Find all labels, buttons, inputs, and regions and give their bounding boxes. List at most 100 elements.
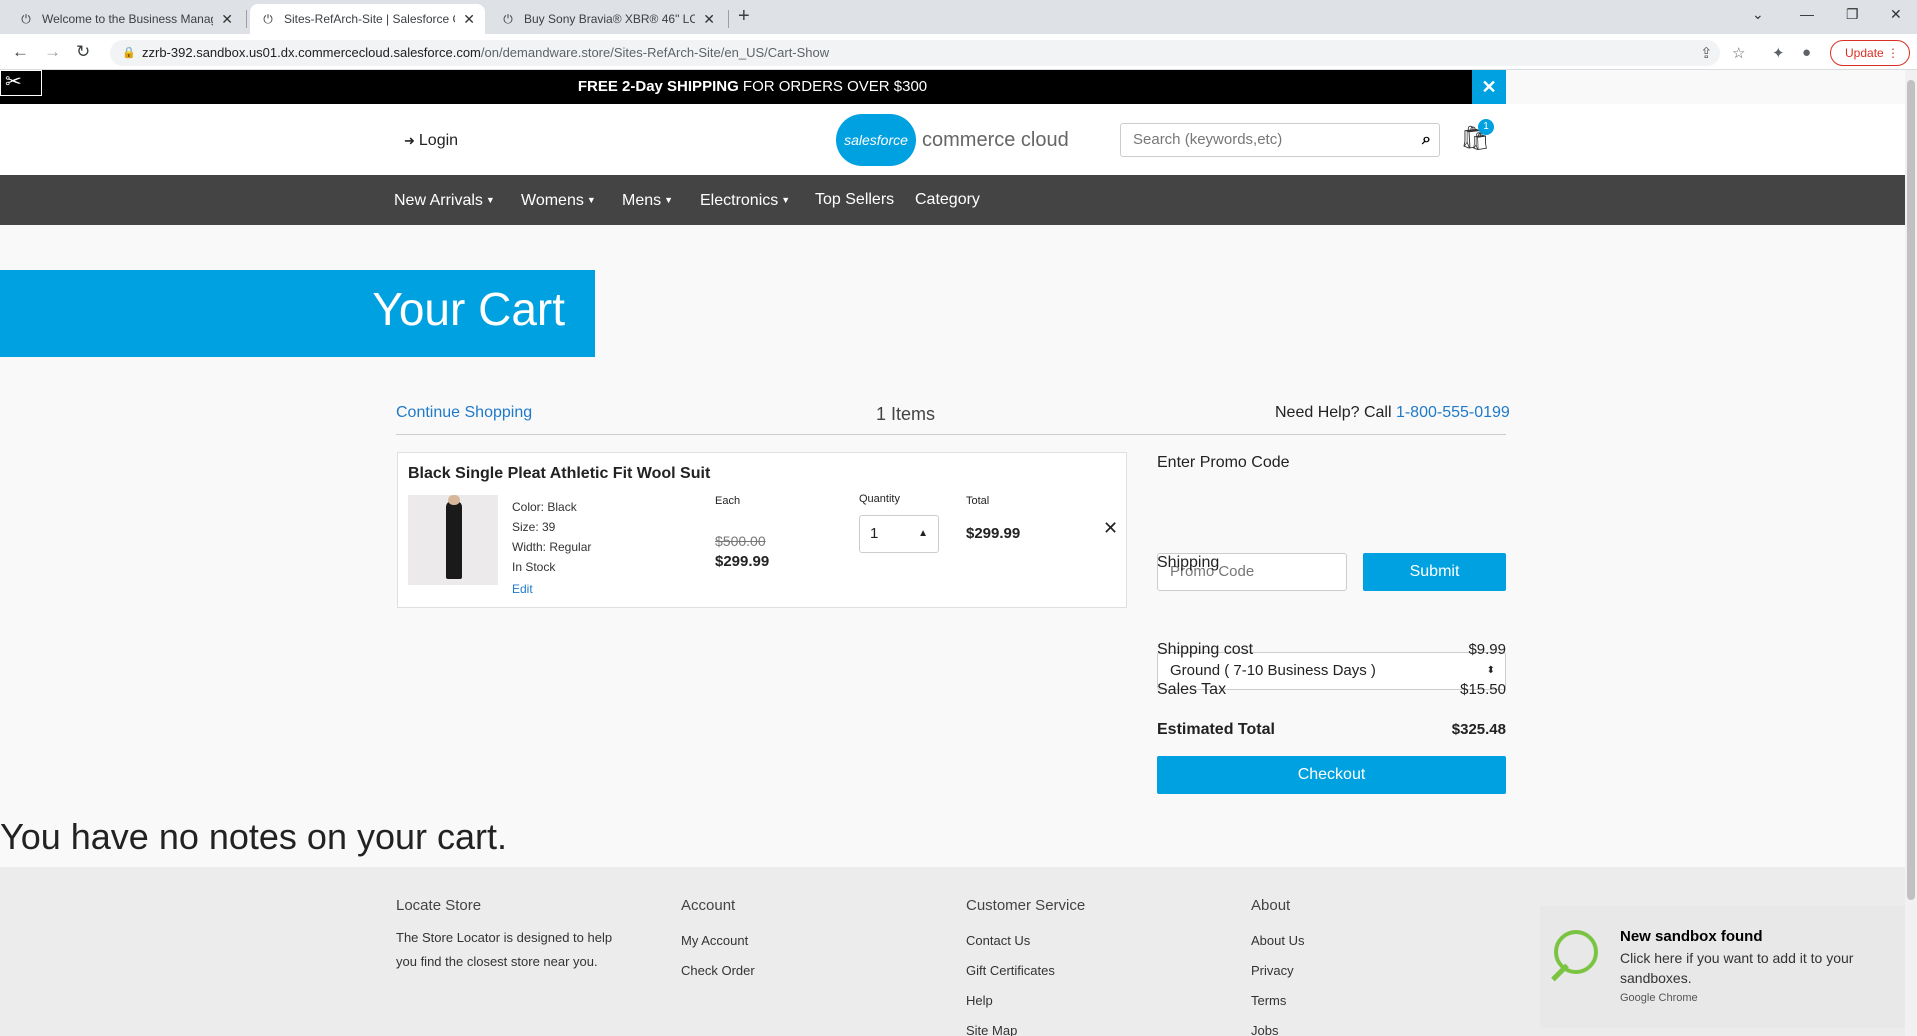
login-link[interactable]: ➜ Login [404,132,458,150]
tools-icon[interactable]: ✂ [0,70,42,96]
footer-link-help[interactable]: Help [966,986,1085,1016]
footer-link-terms[interactable]: Terms [1251,986,1304,1016]
continue-shopping-link[interactable]: Continue Shopping [396,404,532,422]
page-scrollbar[interactable] [1905,70,1917,1036]
footer-link-gift-certificates[interactable]: Gift Certificates [966,956,1085,986]
reload-icon[interactable]: ↻ [76,42,90,62]
footer-link-jobs[interactable]: Jobs [1251,1016,1304,1036]
power-icon: ⏻ [503,11,513,26]
edit-link[interactable]: Edit [512,579,591,599]
close-banner-icon[interactable]: ✕ [1472,70,1506,104]
cart-notes-message: You have no notes on your cart. [0,816,508,857]
nav-top-sellers[interactable]: Top Sellers [815,175,894,225]
nav-mens[interactable]: Mens ▼ [622,175,673,226]
footer-customer-service: Customer Service Contact Us Gift Certifi… [966,897,1085,1036]
salesforce-cloud-logo: salesforce [836,114,916,166]
tab-title: Sites-RefArch-Site | Salesforce Co [284,12,456,26]
total-label: Total [966,495,990,507]
footer-heading[interactable]: Locate Store [396,897,636,914]
footer-link-about-us[interactable]: About Us [1251,926,1304,956]
product-name[interactable]: Black Single Pleat Athletic Fit Wool Sui… [408,465,710,483]
tab-sites-refarch[interactable]: ⏻ Sites-RefArch-Site | Salesforce Co ✕ [250,4,485,34]
need-help: Need Help? Call 1-800-555-0199 [1275,404,1510,422]
checkout-button[interactable]: Checkout [1157,756,1506,794]
sandbox-notification[interactable]: New sandbox found Click here if you want… [1540,906,1905,1028]
footer-link-contact-us[interactable]: Contact Us [966,926,1085,956]
close-icon[interactable]: ✕ [703,11,715,28]
footer-heading: Customer Service [966,897,1086,914]
shipping-cost-label: Shipping cost [1157,641,1254,658]
power-icon: ⏻ [263,11,273,26]
quantity-value: 1 [870,525,879,542]
caret-down-icon: ▼ [485,195,495,205]
forward-icon[interactable]: → [44,42,61,62]
cart-count-badge: 1 [1478,119,1494,135]
tab-search-icon[interactable]: ⌄ [1752,6,1764,23]
sign-in-icon: ➜ [404,133,415,148]
new-tab-button[interactable]: + [738,5,750,28]
footer-link-privacy[interactable]: Privacy [1251,956,1304,986]
restore-icon[interactable]: ❐ [1846,6,1859,23]
original-price: $500.00 [715,533,766,549]
product-image[interactable] [408,495,498,585]
nav-category[interactable]: Category [915,175,980,225]
tab-business-manager[interactable]: ⏻ Welcome to the Business Manag ✕ [8,4,243,34]
logo-text: commerce cloud [922,128,1069,151]
extensions-icon[interactable]: ✦ [1772,44,1785,62]
notification-source: Google Chrome [1620,992,1698,1004]
nav-womens[interactable]: Womens ▼ [521,175,596,226]
share-icon[interactable]: ⇪ [1700,44,1713,62]
minimize-icon[interactable]: — [1800,6,1814,22]
close-icon[interactable]: ✕ [463,11,475,28]
update-label: Update [1845,46,1884,60]
lock-icon: 🔒 [122,47,136,59]
bookmark-star-icon[interactable]: ☆ [1732,44,1745,62]
caret-down-icon: ▼ [664,195,674,205]
select-arrows-icon: ▲ [918,528,928,539]
close-window-icon[interactable]: ✕ [1890,6,1902,23]
promo-banner: FREE 2-Day SHIPPING FOR ORDERS OVER $300 [0,70,1505,104]
close-icon[interactable]: ✕ [221,11,233,28]
tab-sony-bravia[interactable]: ⏻ Buy Sony Bravia® XBR® 46" LCD ✕ [490,4,725,34]
help-phone-link[interactable]: 1-800-555-0199 [1396,404,1510,421]
caret-down-icon: ▼ [586,195,596,205]
nav-label: New Arrivals [394,192,483,209]
back-icon[interactable]: ← [12,42,29,62]
footer-account: Account My Account Check Order [681,897,755,986]
search-input[interactable]: Search (keywords,etc) ⌕ [1120,123,1440,157]
remove-item-icon[interactable]: ✕ [1103,518,1118,539]
shipping-method-value: Ground ( 7-10 Business Days ) [1170,662,1376,679]
submit-promo-button[interactable]: Submit [1363,553,1506,591]
footer-link-check-order[interactable]: Check Order [681,956,755,986]
product-size: Size: 39 [512,520,556,534]
suit-figure [446,501,462,579]
each-label: Each [715,495,741,507]
footer-link-site-map[interactable]: Site Map [966,1016,1085,1036]
sale-price: $299.99 [715,553,770,570]
page: FREE 2-Day SHIPPING FOR ORDERS OVER $300… [0,70,1905,1036]
cart-hero: Your Cart [0,270,595,357]
footer-description: The Store Locator is designed to help yo… [396,930,613,969]
cart-line-item: Black Single Pleat Athletic Fit Wool Sui… [397,452,1127,608]
nav-new-arrivals[interactable]: New Arrivals ▼ [394,175,495,226]
quantity-select[interactable]: 1 ▲ [859,515,939,553]
quantity-label: Quantity [859,493,900,505]
footer-link-my-account[interactable]: My Account [681,926,755,956]
scrollbar-thumb[interactable] [1907,80,1915,900]
tab-title: Buy Sony Bravia® XBR® 46" LCD [524,12,696,26]
url-field[interactable]: 🔒 zzrb-392.sandbox.us01.dx.commercecloud… [110,40,1720,66]
search-icon[interactable]: ⌕ [1422,124,1431,156]
items-count: 1 Items [876,404,936,424]
nav-label: Category [915,191,980,208]
update-button[interactable]: Update ⋮ [1830,40,1910,66]
nav-electronics[interactable]: Electronics ▼ [700,175,790,226]
profile-icon[interactable]: ● [1802,44,1811,61]
nav-label: Electronics [700,192,779,209]
promo-bold: FREE 2-Day SHIPPING [577,78,739,95]
site-logo[interactable]: salesforce commerce cloud [836,114,1069,166]
login-label: Login [418,132,459,149]
sales-tax-label: Sales Tax [1157,681,1227,698]
footer-locate-store: Locate Store The Store Locator is design… [396,897,636,974]
nav-label: Top Sellers [815,191,895,208]
url-path: /on/demandware.store/Sites-RefArch-Site/… [480,45,830,60]
